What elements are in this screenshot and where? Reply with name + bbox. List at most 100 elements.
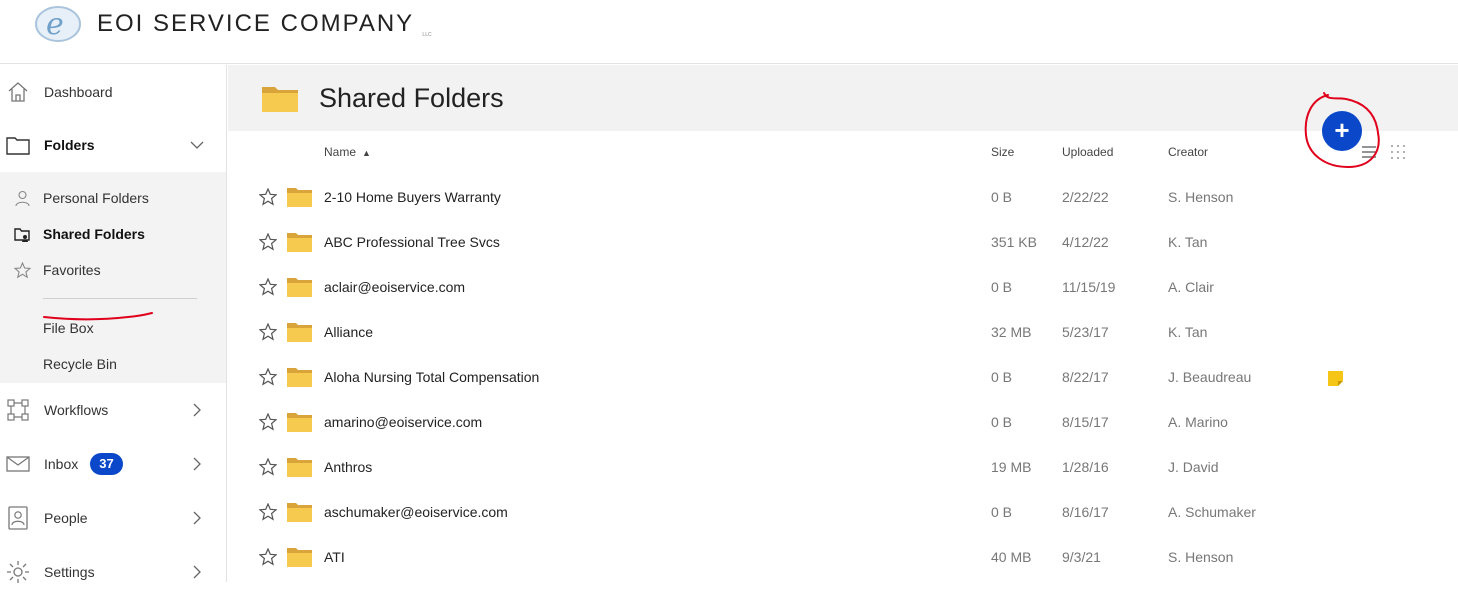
person-icon [15,190,30,207]
folder-icon [287,188,312,207]
list-view-icon[interactable] [1362,145,1376,159]
folder-creator: J. Beaudreau [1168,369,1252,385]
folder-name[interactable]: 2-10 Home Buyers Warranty [324,189,501,205]
grid-view-icon[interactable] [1390,144,1406,160]
folder-uploaded-date: 1/28/16 [1062,459,1109,475]
sidebar-item-label: Personal Folders [43,190,149,206]
folder-icon [287,368,312,387]
folder-name[interactable]: ABC Professional Tree Svcs [324,234,500,250]
sidebar-item-personal-folders[interactable]: Personal Folders [0,183,226,213]
sidebar: Dashboard Folders Personal Folders Share… [0,65,227,583]
column-header-size[interactable]: Size [991,145,1014,159]
column-header-name[interactable]: Name ▲ [324,145,371,159]
folder-uploaded-date: 9/3/21 [1062,549,1101,565]
folder-size: 351 KB [991,234,1037,250]
folder-name[interactable]: Anthros [324,459,372,475]
sidebar-item-label: Shared Folders [43,226,145,242]
note-icon[interactable] [1328,371,1343,386]
folder-creator: A. Clair [1168,279,1214,295]
star-icon[interactable] [259,548,277,566]
star-icon[interactable] [259,188,277,206]
sidebar-item-people[interactable]: People [0,491,226,545]
column-header-creator[interactable]: Creator [1168,145,1208,159]
folder-creator: S. Henson [1168,549,1234,565]
gear-icon [7,561,29,583]
folder-icon [287,458,312,477]
folder-size: 19 MB [991,459,1032,475]
table-row[interactable]: Alliance 32 MB 5/23/17 K. Tan [228,310,1458,355]
chevron-down-icon[interactable] [190,138,204,152]
folder-creator: K. Tan [1168,324,1208,340]
folder-icon [287,233,312,252]
star-icon [14,262,31,279]
title-bar: Shared Folders [228,65,1458,131]
folder-name[interactable]: ATI [324,549,345,565]
column-header-uploaded[interactable]: Uploaded [1062,145,1113,159]
table-row[interactable]: 2-10 Home Buyers Warranty 0 B 2/22/22 S. He… [228,175,1458,220]
folder-name[interactable]: Aloha Nursing Total Compensation [324,369,539,385]
chevron-right-icon[interactable] [190,403,204,417]
sidebar-item-workflows[interactable]: Workflows [0,383,226,437]
sidebar-item-label: Dashboard [44,84,113,100]
star-icon[interactable] [259,323,277,341]
folder-creator: J. David [1168,459,1219,475]
table-row[interactable]: Anthros 19 MB 1/28/16 J. David [228,445,1458,490]
page-title: Shared Folders [319,83,504,113]
folder-icon [6,137,30,155]
sidebar-item-recycle-bin[interactable]: Recycle Bin [0,349,226,379]
folder-icon [287,503,312,522]
star-icon[interactable] [259,233,277,251]
star-icon[interactable] [259,368,277,386]
sort-ascending-icon: ▲ [362,148,371,158]
folder-uploaded-date: 5/23/17 [1062,324,1109,340]
top-bar: e EOI SERVICE COMPANY LLC [0,0,1458,64]
inbox-count-badge: 37 [90,453,123,475]
folder-size: 0 B [991,414,1013,430]
chevron-right-icon[interactable] [190,511,204,525]
star-icon[interactable] [259,458,277,476]
folder-uploaded-date: 8/15/17 [1062,414,1109,430]
table-row[interactable]: ABC Professional Tree Svcs 351 KB 4/12/22 K… [228,220,1458,265]
chevron-right-icon[interactable] [190,457,204,471]
folder-creator: S. Henson [1168,189,1234,205]
sidebar-item-favorites[interactable]: Favorites [0,255,226,285]
star-icon[interactable] [259,503,277,521]
sidebar-item-label: Favorites [43,262,101,278]
folder-uploaded-date: 4/12/22 [1062,234,1109,250]
sidebar-item-label: Workflows [44,402,109,418]
folder-icon [287,323,312,342]
folder-name[interactable]: aclair@eoiservice.com [324,279,465,295]
folder-uploaded-date: 2/22/22 [1062,189,1109,205]
folder-name[interactable]: aschumaker@eoiservice.com [324,504,508,520]
sidebar-item-inbox[interactable]: Inbox 37 [0,437,226,491]
sidebar-item-shared-folders[interactable]: Shared Folders [0,219,226,249]
folder-creator: A. Schumaker [1168,504,1256,520]
folder-name[interactable]: amarino@eoiservice.com [324,414,482,430]
sidebar-item-label: Recycle Bin [43,356,117,372]
folders-submenu: Personal Folders Shared Folders Favorite… [0,172,226,383]
folder-size: 0 B [991,279,1013,295]
folder-name[interactable]: Alliance [324,324,373,340]
star-icon[interactable] [259,413,277,431]
folder-creator: A. Marino [1168,414,1228,430]
table-row[interactable]: Aloha Nursing Total Compensation 0 B 8/22/… [228,355,1458,400]
sidebar-item-dashboard[interactable]: Dashboard [0,65,226,119]
folder-icon [287,548,312,567]
folder-size: 0 B [991,369,1013,385]
table-row[interactable]: amarino@eoiservice.com 0 B 8/15/17 A. Marin… [228,400,1458,445]
table-row[interactable]: aclair@eoiservice.com 0 B 11/15/19 A. Clair [228,265,1458,310]
sidebar-item-folders[interactable]: Folders [0,118,226,172]
mail-icon [6,456,30,472]
folder-size: 40 MB [991,549,1032,565]
sidebar-item-label: Folders [44,137,95,153]
table-row[interactable]: ATI 40 MB 9/3/21 S. Henson [228,535,1458,580]
add-button[interactable]: + [1322,111,1362,151]
folder-icon [287,278,312,297]
star-icon[interactable] [259,278,277,296]
sidebar-item-label: Settings [44,564,95,580]
company-logo-icon: e [35,6,81,42]
table-row[interactable]: aschumaker@eoiservice.com 0 B 8/16/17 A. Sc… [228,490,1458,535]
home-icon [8,82,28,102]
sidebar-item-settings[interactable]: Settings [0,545,226,599]
chevron-right-icon[interactable] [190,565,204,579]
